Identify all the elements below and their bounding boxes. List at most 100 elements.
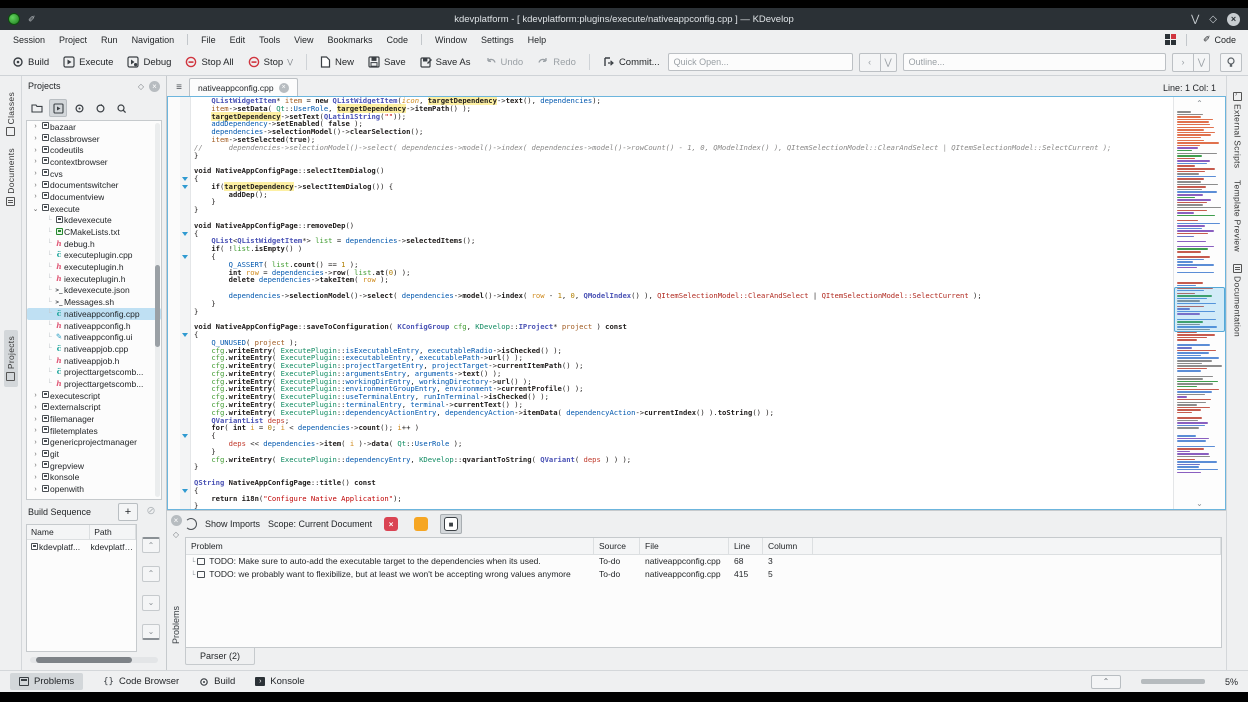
fold-arrow-icon[interactable] — [182, 488, 188, 493]
expander-icon[interactable]: └ — [45, 334, 54, 341]
tree-item[interactable]: › genericprojectmanager — [27, 437, 161, 449]
fold-gutter[interactable] — [180, 377, 191, 386]
statusbar-code-browser-button[interactable]: {} Code Browser — [103, 676, 179, 687]
code-line[interactable]: dependencies->selectionModel()->select( … — [168, 292, 1173, 300]
scroll-down-icon[interactable]: ⌄ — [1174, 497, 1225, 509]
code-line[interactable]: } — [168, 463, 1173, 472]
expander-icon[interactable]: › — [31, 474, 40, 481]
expander-icon[interactable]: └ — [45, 275, 54, 282]
remove-from-build-sequence-button[interactable]: ⊘ — [142, 503, 160, 521]
fold-gutter[interactable] — [180, 416, 191, 425]
fold-gutter[interactable] — [180, 135, 191, 144]
fold-gutter[interactable] — [180, 315, 191, 324]
fold-gutter[interactable] — [180, 112, 191, 121]
save-button[interactable]: Save — [362, 53, 412, 71]
undo-button[interactable]: Undo — [479, 54, 530, 71]
fold-gutter[interactable] — [180, 385, 191, 394]
editor-tab[interactable]: nativeappconfig.cpp × — [189, 78, 298, 96]
column-header-path[interactable]: Path — [90, 525, 136, 539]
tree-item[interactable]: › filemanager — [27, 413, 161, 425]
fold-gutter[interactable] — [180, 432, 191, 441]
menu-session[interactable]: Session — [6, 33, 52, 47]
scrollbar-thumb[interactable] — [36, 657, 132, 663]
column-header-problem[interactable]: Problem — [186, 538, 594, 554]
progress-collapse-button[interactable]: ⌃ — [1090, 674, 1121, 689]
expander-icon[interactable]: › — [31, 158, 40, 165]
tree-item[interactable]: └ h nativeappjob.h — [27, 355, 161, 367]
fold-arrow-icon[interactable] — [182, 434, 188, 439]
expander-icon[interactable]: › — [31, 182, 40, 189]
close-button[interactable]: × — [1227, 12, 1240, 26]
fold-gutter[interactable] — [180, 229, 191, 238]
sidebar-tab-projects[interactable]: Projects — [3, 330, 18, 388]
code-line[interactable]: } — [168, 151, 1173, 160]
tree-item[interactable]: └ CMakeLists.txt — [27, 226, 161, 238]
statusbar-problems-button[interactable]: Problems — [10, 673, 84, 690]
tree-item[interactable]: › grepview — [27, 460, 161, 472]
fold-gutter[interactable] — [180, 393, 191, 402]
show-imports-button[interactable]: Show Imports — [205, 519, 260, 529]
fold-gutter[interactable] — [180, 213, 191, 222]
column-header-line[interactable]: Line — [729, 538, 763, 554]
expander-icon[interactable]: › — [31, 451, 40, 458]
fold-gutter[interactable] — [180, 424, 191, 433]
add-to-build-sequence-button[interactable]: + — [118, 503, 138, 521]
fold-gutter[interactable] — [180, 307, 191, 316]
fold-gutter[interactable] — [180, 369, 191, 378]
configure-button[interactable] — [70, 99, 88, 117]
expander-icon[interactable]: › — [31, 170, 40, 177]
code-line[interactable]: return i18n("Configure Native Applicatio… — [168, 494, 1173, 503]
code-line[interactable]: void NativeAppConfigPage::selectItemDial… — [168, 167, 1173, 175]
code-view[interactable]: QListWidgetItem* item = new QListWidgetI… — [168, 97, 1173, 509]
fold-gutter[interactable] — [180, 97, 191, 105]
filter-warnings-button[interactable] — [410, 514, 432, 534]
fold-gutter[interactable] — [180, 120, 191, 129]
code-line[interactable]: for( int i = 0; i < dependencies->count(… — [168, 424, 1173, 433]
code-line[interactable]: } — [168, 502, 1173, 509]
debug-button[interactable]: Debug — [121, 53, 177, 71]
fold-gutter[interactable] — [180, 479, 191, 487]
build-selection-button[interactable] — [49, 99, 67, 117]
execute-button[interactable]: Execute — [57, 53, 119, 71]
code-line[interactable]: dependencies->selectionModel()->clearSel… — [168, 128, 1173, 136]
fold-gutter[interactable] — [180, 276, 191, 285]
fold-gutter[interactable] — [180, 174, 191, 183]
expander-icon[interactable]: └ — [45, 310, 54, 317]
fold-gutter[interactable] — [180, 338, 191, 347]
fold-gutter[interactable] — [180, 198, 191, 207]
expander-icon[interactable]: └ — [45, 322, 54, 329]
redo-button[interactable]: Redo — [531, 54, 582, 71]
fold-arrow-icon[interactable] — [182, 332, 188, 337]
expander-icon[interactable]: › — [31, 486, 40, 493]
fold-gutter[interactable] — [180, 502, 191, 509]
fold-gutter[interactable] — [180, 346, 191, 355]
build-sequence-row[interactable]: kdevplatf... kdevplatform — [27, 540, 136, 554]
code-line[interactable]: deps << dependencies->item( i )->data( Q… — [168, 440, 1173, 448]
expander-icon[interactable]: › — [31, 462, 40, 469]
tree-item[interactable]: ⌄ execute — [27, 203, 161, 215]
tree-item[interactable]: └ c̈ projecttargetscomb... — [27, 366, 161, 378]
fold-gutter[interactable] — [180, 354, 191, 363]
reload-button[interactable] — [91, 99, 109, 117]
fold-gutter[interactable] — [180, 190, 191, 199]
tree-item[interactable]: └ h executeplugin.h — [27, 261, 161, 273]
tree-item[interactable]: └ c̈ nativeappjob.cpp — [27, 343, 161, 355]
nav-forward-dropdown[interactable]: ⋁ — [1194, 52, 1210, 72]
menu-view[interactable]: View — [287, 33, 320, 47]
tree-item[interactable]: └ kdevexecute — [27, 215, 161, 227]
expander-icon[interactable]: › — [31, 439, 40, 446]
code-line[interactable]: void NativeAppConfigPage::saveToConfigur… — [168, 323, 1173, 331]
menu-window[interactable]: Window — [428, 33, 474, 47]
filter-button[interactable] — [112, 99, 130, 117]
expander-icon[interactable]: └ — [45, 229, 54, 236]
fold-gutter[interactable] — [180, 323, 191, 331]
fold-arrow-icon[interactable] — [182, 184, 188, 189]
menu-help[interactable]: Help — [521, 33, 554, 47]
expander-icon[interactable]: └ — [45, 299, 54, 306]
minimize-button[interactable]: ⋁ — [1191, 14, 1199, 25]
filter-errors-button[interactable]: × — [380, 514, 402, 534]
build-button[interactable]: Build — [6, 53, 55, 71]
fold-gutter[interactable] — [180, 245, 191, 253]
nav-forward-button[interactable]: › — [1172, 52, 1194, 72]
fold-gutter[interactable] — [180, 151, 191, 160]
